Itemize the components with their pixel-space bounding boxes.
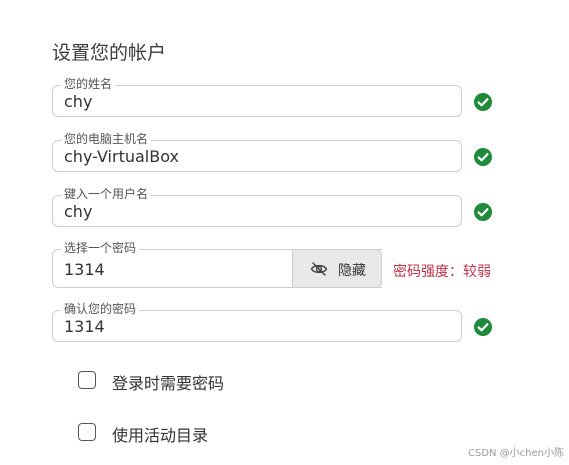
name-field-value[interactable]: chy <box>64 92 92 112</box>
require-password-checkbox[interactable] <box>78 371 96 389</box>
name-field[interactable]: 您的姓名 chy <box>52 76 462 117</box>
username-field[interactable]: 键入一个用户名 chy <box>52 186 462 227</box>
password-strength-text: 密码强度：较弱 <box>393 264 491 280</box>
name-valid-check-icon <box>474 93 492 111</box>
active-directory-checkbox[interactable] <box>78 423 96 441</box>
confirm-password-field[interactable]: 确认您的密码 1314 <box>52 301 462 342</box>
hostname-field-value[interactable]: chy-VirtualBox <box>64 147 179 167</box>
watermark-text: CSDN @小chen小陈 <box>467 448 564 459</box>
password-field-value[interactable]: 1314 <box>64 260 105 280</box>
hostname-field[interactable]: 您的电脑主机名 chy-VirtualBox <box>52 131 462 172</box>
confirm-password-field-value[interactable]: 1314 <box>64 317 105 337</box>
password-visibility-toggle-label: 隐藏 <box>338 263 366 279</box>
confirm-password-field-label: 确认您的密码 <box>61 301 140 317</box>
username-valid-check-icon <box>474 203 492 221</box>
password-visibility-toggle-button[interactable]: 隐藏 <box>292 249 382 288</box>
require-password-label[interactable]: 登录时需要密码 <box>112 370 224 394</box>
password-field-label: 选择一个密码 <box>61 240 140 256</box>
hostname-field-label: 您的电脑主机名 <box>61 131 152 147</box>
confirm-password-valid-check-icon <box>474 318 492 336</box>
hostname-valid-check-icon <box>474 148 492 166</box>
username-field-label: 键入一个用户名 <box>61 186 152 202</box>
active-directory-label[interactable]: 使用活动目录 <box>112 422 208 446</box>
username-field-value[interactable]: chy <box>64 202 92 222</box>
name-field-label: 您的姓名 <box>61 76 116 92</box>
eye-hidden-icon <box>310 261 328 281</box>
page-title: 设置您的帐户 <box>52 42 167 64</box>
account-setup-page: 设置您的帐户 您的姓名 chy 您的电脑主机名 chy-VirtualBox 键… <box>0 0 569 465</box>
